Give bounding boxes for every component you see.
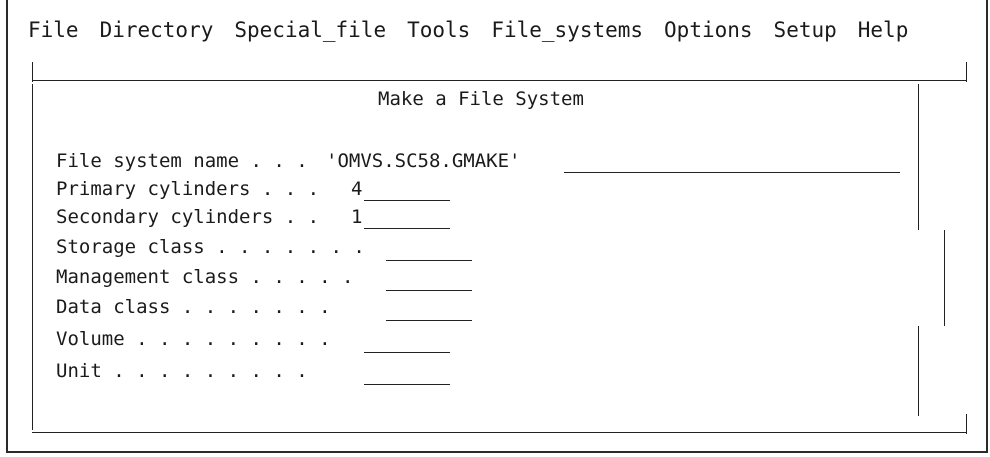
- terminal-screen: File Directory Special_file Tools File_syste…: [6, 0, 988, 453]
- bottom-separator: [32, 432, 966, 433]
- label-volume: Volume . . . . . . . . .: [56, 328, 331, 350]
- volume-input[interactable]: [364, 352, 450, 353]
- menu-options[interactable]: Options: [664, 18, 753, 42]
- menu-tools[interactable]: Tools: [407, 18, 470, 42]
- file-system-name-value: 'OMVS.SC58.GMAKE': [326, 150, 521, 172]
- storage-class-input[interactable]: [386, 260, 472, 261]
- dialog-title: Make a File System: [378, 88, 584, 110]
- label-unit: Unit . . . . . . . . .: [56, 360, 308, 382]
- menu-separator: [32, 80, 966, 81]
- file-system-name-input[interactable]: [564, 172, 900, 173]
- menu-help[interactable]: Help: [858, 18, 909, 42]
- unit-input[interactable]: [364, 384, 450, 385]
- bottom-right-tick: [966, 414, 967, 434]
- menu-file[interactable]: File: [28, 18, 79, 42]
- label-secondary-cylinders: Secondary cylinders . .: [56, 206, 320, 228]
- label-file-system-name: File system name . . .: [56, 150, 308, 172]
- secondary-cylinders-input[interactable]: [364, 228, 450, 229]
- dialog-right-border-top: [918, 84, 919, 230]
- menu-special-file[interactable]: Special_file: [234, 18, 386, 42]
- management-class-input[interactable]: [386, 290, 472, 291]
- data-class-input[interactable]: [386, 320, 472, 321]
- menu-file-systems[interactable]: File_systems: [491, 18, 643, 42]
- dialog-right-border-mid: [944, 230, 945, 326]
- primary-cylinders-input[interactable]: [364, 200, 450, 201]
- menu-setup[interactable]: Setup: [774, 18, 837, 42]
- separator-right-tick: [966, 62, 967, 82]
- menu-bar: File Directory Special_file Tools File_syste…: [28, 18, 929, 42]
- label-storage-class: Storage class . . . . . . .: [56, 236, 365, 258]
- separator-left-tick: [32, 62, 33, 82]
- dialog-right-border-bottom: [918, 326, 919, 416]
- dialog-left-border: [32, 84, 33, 430]
- secondary-cylinders-value: 1: [351, 206, 363, 228]
- label-management-class: Management class . . . . .: [56, 266, 354, 288]
- label-data-class: Data class . . . . . . .: [56, 296, 331, 318]
- label-primary-cylinders: Primary cylinders . . .: [56, 178, 320, 200]
- primary-cylinders-value: 4: [351, 178, 363, 200]
- menu-directory[interactable]: Directory: [100, 18, 214, 42]
